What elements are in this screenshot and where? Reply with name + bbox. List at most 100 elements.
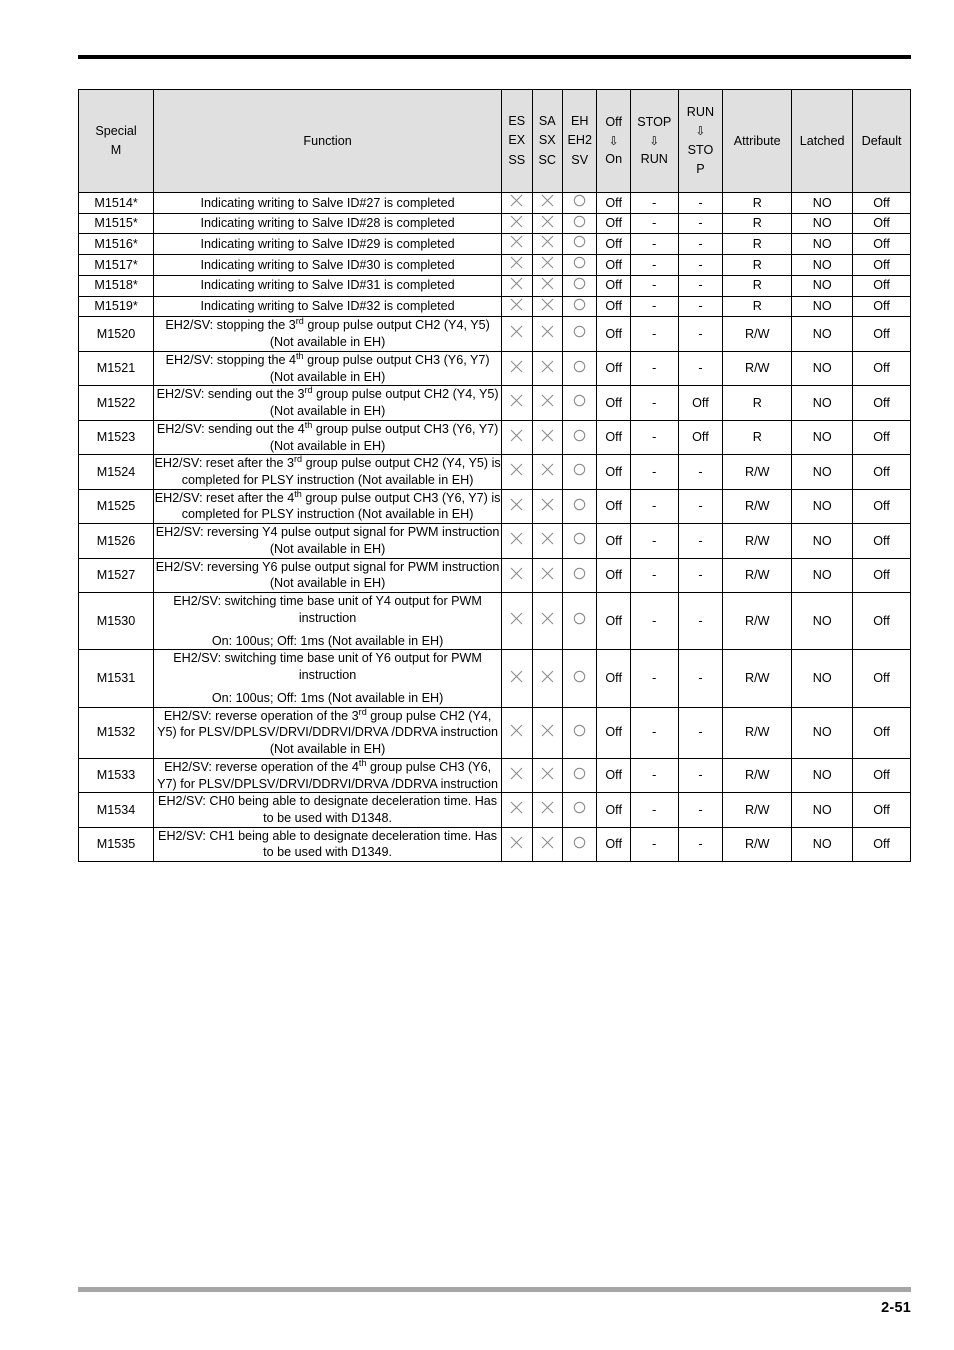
header-run-stop-line4: P — [696, 161, 705, 176]
table-body: M1514* Indicating writing to Salve ID#27 … — [77, 192, 911, 863]
cell-stop-to-run: - — [629, 454, 679, 490]
cell-off-to-on: Off — [596, 826, 631, 863]
cell-series-eh-eh2-sv — [561, 295, 598, 318]
cell-attribute: R/W — [722, 592, 793, 651]
cell-off-to-on: Off — [596, 419, 631, 456]
cell-series-eh-eh2-sv — [561, 792, 598, 828]
header-series-es-ex-ss: ES EX SS — [501, 89, 533, 193]
cell-attribute: R/W — [722, 523, 793, 559]
cell-latched: NO — [791, 454, 854, 490]
cell-series-sa-sx-sc — [531, 706, 563, 759]
cell-off-to-on: Off — [596, 350, 631, 387]
function-paragraph: EH2/SV: sending out the 4th group pulse … — [156, 419, 499, 453]
cell-series-sa-sx-sc — [531, 192, 563, 214]
cell-default: Off — [852, 385, 911, 421]
cell-attribute: R — [722, 419, 793, 456]
header-series-1-line3: SS — [508, 152, 526, 167]
cross-mark-icon — [540, 324, 555, 339]
function-paragraph: Indicating writing to Salve ID#27 is com… — [200, 195, 455, 210]
cell-run-to-stop: Off — [677, 419, 724, 456]
cell-stop-to-run: - — [629, 274, 679, 297]
cell-series-es-ex-ss — [501, 192, 533, 214]
cell-off-to-on: Off — [596, 274, 631, 297]
cell-default: Off — [852, 454, 911, 490]
circle-mark-icon — [572, 566, 587, 581]
table-row: M1519* Indicating writing to Salve ID#32 … — [77, 295, 911, 318]
header-off-on-line1: Off — [605, 114, 622, 129]
cross-mark-icon — [509, 835, 524, 850]
cell-attribute: R/W — [722, 706, 793, 759]
header-off-on-line3: On — [605, 152, 623, 167]
cell-default: Off — [852, 350, 911, 387]
cross-mark-icon — [509, 276, 524, 291]
cell-off-to-on: Off — [596, 316, 631, 352]
table-row: M1523 EH2/SV: sending out the 4th group p… — [77, 419, 911, 456]
cell-special-m: M1522 — [77, 385, 155, 421]
cross-mark-icon — [540, 611, 555, 626]
cell-attribute: R/W — [722, 350, 793, 387]
cell-series-es-ex-ss — [501, 826, 533, 863]
circle-mark-icon — [572, 193, 587, 208]
cell-series-es-ex-ss — [501, 254, 533, 276]
down-arrow-icon: ⇩ — [695, 124, 706, 139]
circle-mark-icon — [572, 723, 587, 738]
cross-mark-icon — [540, 234, 555, 249]
cell-function: EH2/SV: sending out the 3rd group pulse … — [153, 385, 503, 421]
cell-off-to-on: Off — [596, 295, 631, 318]
function-paragraph: EH2/SV: CH0 being able to designate dece… — [158, 794, 498, 825]
cell-series-sa-sx-sc — [531, 316, 563, 352]
table-row: M1518* Indicating writing to Salve ID#31 … — [77, 274, 911, 297]
cell-off-to-on: Off — [596, 592, 631, 651]
header-run-stop-line1: RUN — [686, 105, 715, 120]
cell-special-m: M1521 — [77, 350, 155, 387]
cell-default: Off — [852, 316, 911, 352]
cell-default: Off — [852, 192, 911, 214]
cell-series-sa-sx-sc — [531, 385, 563, 421]
function-paragraph: EH2/SV: reverse operation of the 3rd gro… — [157, 706, 499, 757]
cell-run-to-stop: - — [677, 454, 724, 490]
cell-stop-to-run: - — [629, 649, 679, 708]
cell-off-to-on: Off — [596, 757, 631, 794]
cell-special-m: M1527 — [77, 557, 155, 594]
table-row: M1527 EH2/SV: reversing Y6 pulse output s… — [77, 557, 911, 594]
cell-series-eh-eh2-sv — [561, 316, 598, 352]
cell-series-sa-sx-sc — [531, 274, 563, 297]
cell-latched: NO — [791, 192, 854, 214]
circle-mark-icon — [572, 255, 587, 270]
cell-stop-to-run: - — [629, 316, 679, 352]
cell-off-to-on: Off — [596, 385, 631, 421]
cross-mark-icon — [540, 276, 555, 291]
cross-mark-icon — [540, 462, 555, 477]
cell-run-to-stop: - — [677, 212, 724, 235]
cross-mark-icon — [509, 297, 524, 312]
header-series-1-line2: EX — [508, 133, 526, 148]
table-row: M1516* Indicating writing to Salve ID#29 … — [77, 233, 911, 256]
cell-function: EH2/SV: switching time base unit of Y4 o… — [153, 592, 503, 651]
cell-function: EH2/SV: reset after the 3rd group pulse … — [153, 454, 503, 490]
cell-run-to-stop: - — [677, 274, 724, 297]
header-series-eh-eh2-sv: EH EH2 SV — [561, 89, 598, 193]
header-series-3-line1: EH — [570, 114, 589, 129]
cell-function: EH2/SV: CH0 being able to designate dece… — [153, 792, 503, 828]
cross-mark-icon — [540, 497, 555, 512]
cell-function: EH2/SV: reverse operation of the 3rd gro… — [153, 706, 503, 759]
cell-stop-to-run: - — [629, 757, 679, 794]
cell-function: Indicating writing to Salve ID#32 is com… — [153, 295, 503, 318]
cell-special-m: M1531 — [77, 649, 155, 708]
cell-run-to-stop: - — [677, 233, 724, 256]
document-page: Special M Function ES EX SS SA SX SC EH … — [0, 0, 954, 1350]
header-function: Function — [153, 89, 503, 193]
header-series-3-line3: SV — [571, 152, 589, 167]
cell-series-sa-sx-sc — [531, 350, 563, 387]
function-paragraph: Indicating writing to Salve ID#30 is com… — [200, 257, 455, 272]
function-paragraph: EH2/SV: switching time base unit of Y4 o… — [173, 594, 482, 625]
function-paragraph: Indicating writing to Salve ID#28 is com… — [200, 216, 455, 231]
cell-off-to-on: Off — [596, 523, 631, 559]
table-row: M1514* Indicating writing to Salve ID#27 … — [77, 192, 911, 214]
cell-series-es-ex-ss — [501, 488, 533, 525]
cross-mark-icon — [509, 669, 524, 684]
cell-series-es-ex-ss — [501, 706, 533, 759]
table-header-row: Special M Function ES EX SS SA SX SC EH … — [77, 89, 911, 193]
cell-special-m: M1519* — [77, 295, 155, 318]
cell-function: EH2/SV: reverse operation of the 4th gro… — [153, 757, 503, 794]
